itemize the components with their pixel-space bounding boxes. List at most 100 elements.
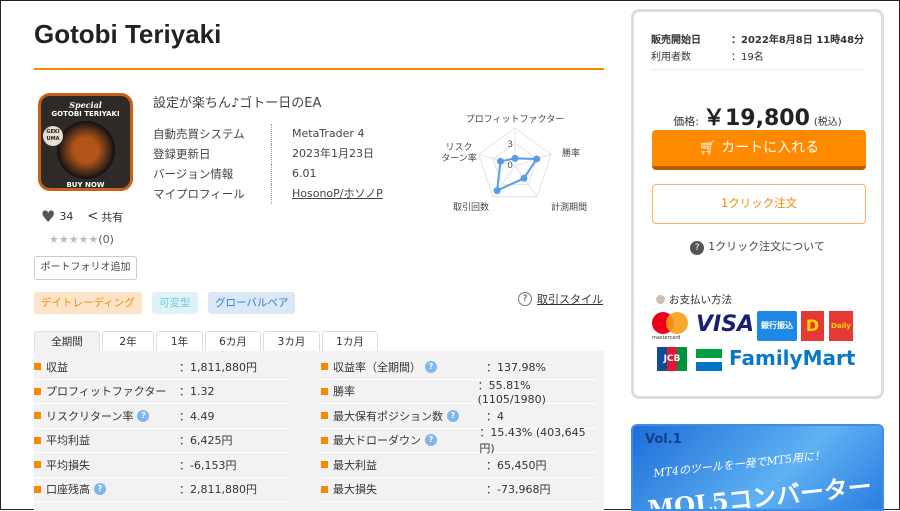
stats-table: 収益：1,811,880円プロフィットファクター：1.32リスクリターン率?：4… bbox=[34, 351, 604, 511]
about-one-click-link[interactable]: ?1クリック注文について bbox=[634, 238, 881, 255]
like-count: 34 bbox=[59, 210, 73, 223]
bullet-icon bbox=[34, 388, 41, 395]
radar-tick-label: 0 bbox=[507, 161, 513, 171]
image-cta-text: BUY NOW bbox=[41, 181, 130, 189]
image-special-text: Special bbox=[41, 100, 130, 110]
stat-row: 口座残高?：2,811,880円 bbox=[34, 478, 289, 503]
help-icon[interactable]: ? bbox=[94, 483, 106, 495]
users-value: ：19名 bbox=[731, 49, 764, 66]
stat-value: ：4 bbox=[486, 408, 504, 424]
add-portfolio-button[interactable]: ポートフォリオ追加 bbox=[34, 256, 137, 280]
trade-style-link[interactable]: ? 取引スタイル bbox=[518, 291, 603, 307]
stat-label: プロフィットファクター bbox=[46, 383, 166, 399]
stat-row: 最大損失：-73,968円 bbox=[321, 478, 596, 503]
tab-2y[interactable]: 2年 bbox=[102, 331, 154, 352]
rating: ★★★★★(0) bbox=[49, 233, 114, 246]
one-click-order-button[interactable]: 1クリック注文 bbox=[652, 184, 866, 224]
like-button[interactable]: ♥ 34 bbox=[41, 207, 73, 226]
tab-all[interactable]: 全期間 bbox=[34, 331, 100, 352]
stat-row: 収益 ：1,811,880円 bbox=[34, 355, 289, 380]
stat-value: ：65,450円 bbox=[486, 457, 547, 473]
stat-value: ：6,425円 bbox=[179, 432, 233, 448]
radar-axis-label: 勝率 bbox=[562, 147, 580, 159]
title-divider bbox=[34, 68, 604, 70]
stat-row: 最大利益 ：65,450円 bbox=[321, 453, 596, 478]
jcb-logo: JCB bbox=[657, 347, 687, 371]
stat-label: 収益 bbox=[46, 359, 68, 375]
stat-value: ：1,811,880円 bbox=[179, 359, 257, 375]
tab-3m[interactable]: 3カ月 bbox=[263, 331, 320, 352]
price-label: 価格: bbox=[673, 115, 699, 128]
tab-1m[interactable]: 1カ月 bbox=[322, 331, 378, 352]
help-icon[interactable]: ? bbox=[425, 361, 437, 373]
stat-label: 収益率（全期間） bbox=[333, 359, 421, 375]
stat-value: ：15.43% (403,645円) bbox=[479, 424, 596, 456]
help-icon[interactable]: ? bbox=[137, 410, 149, 422]
share-label: 共有 bbox=[101, 209, 123, 225]
cart-label: カートに入れる bbox=[721, 140, 819, 156]
bullet-icon bbox=[321, 388, 328, 395]
share-icon: < bbox=[87, 209, 98, 224]
food-plate-graphic bbox=[57, 121, 115, 179]
rating-count: (0) bbox=[98, 233, 114, 246]
help-icon[interactable]: ? bbox=[447, 410, 459, 422]
add-to-cart-button[interactable]: 🛒︎ カートに入れる bbox=[652, 130, 866, 170]
tab-6m[interactable]: 6カ月 bbox=[205, 331, 261, 352]
radar-axis-label: リスクターン率 bbox=[441, 142, 477, 164]
users-label: 利用者数 bbox=[651, 49, 731, 66]
stat-row: 最大ドローダウン?：15.43% (403,645円) bbox=[321, 429, 596, 454]
help-icon[interactable]: ? bbox=[425, 434, 437, 446]
stat-label: 最大保有ポジション数 bbox=[333, 408, 443, 424]
radar-tick-label: 3 bbox=[507, 140, 513, 150]
profile-link[interactable]: HosonoP/ホソノP bbox=[292, 187, 383, 200]
share-button[interactable]: <共有 bbox=[87, 209, 123, 225]
heart-icon: ♥ bbox=[41, 207, 55, 226]
radar-axis-label: 計測期間 bbox=[551, 201, 587, 213]
stat-label: 平均損失 bbox=[46, 457, 90, 473]
info-value: 6.01 bbox=[271, 164, 317, 184]
bullet-icon bbox=[34, 486, 41, 493]
tax-label: (税込) bbox=[814, 117, 842, 128]
stat-row: プロフィットファクター ：1.32 bbox=[34, 380, 289, 405]
bullet-icon bbox=[34, 412, 41, 419]
trade-style-label: 取引スタイル bbox=[537, 291, 603, 307]
product-subtitle: 設定が楽ちん♪ゴトー日のEA bbox=[153, 92, 321, 111]
radar-point bbox=[497, 158, 504, 165]
tag-variable[interactable]: 可変型 bbox=[152, 292, 198, 314]
stat-label: 最大利益 bbox=[333, 457, 377, 473]
bullet-icon bbox=[321, 486, 328, 493]
tag-daytrading[interactable]: デイトレーディング bbox=[34, 292, 142, 314]
radar-chart: プロフィットファクター勝率計測期間 取引回数 リスクターン率 0 3 bbox=[431, 106, 591, 216]
radar-point bbox=[533, 155, 540, 162]
tab-1y[interactable]: 1年 bbox=[156, 331, 203, 352]
stat-label: 勝率 bbox=[333, 383, 355, 399]
price-value: ￥19,800 bbox=[703, 106, 810, 131]
info-label: バージョン情報 bbox=[153, 166, 271, 182]
bullet-icon bbox=[34, 363, 41, 370]
mql5-converter-banner[interactable]: Vol.1 MT4のツールを一発でMT5用に！ MQL5コンバーター bbox=[631, 424, 884, 511]
bullet-icon bbox=[34, 437, 41, 444]
bullet-icon bbox=[321, 461, 328, 468]
info-label: 登録更新日 bbox=[153, 146, 271, 162]
help-icon: ? bbox=[518, 292, 532, 306]
stat-label: 最大損失 bbox=[333, 481, 377, 497]
radar-axis-label: 取引回数 bbox=[453, 201, 489, 213]
daily-logo: Daily bbox=[829, 311, 853, 341]
product-image[interactable]: Special GOTOBI TERIYAKI GEKI UMA BUY NOW bbox=[38, 93, 133, 191]
about-one-click-label: 1クリック注文について bbox=[708, 240, 825, 253]
stat-value: ：-6,153円 bbox=[179, 457, 236, 473]
radar-axis-label: プロフィットファクター bbox=[466, 114, 564, 125]
product-info: 自動売買システムMetaTrader 4 登録更新日2023年1月23日 バージ… bbox=[153, 124, 383, 204]
page-title: Gotobi Teriyaki bbox=[34, 19, 221, 50]
daily-yamazaki-logo: D bbox=[801, 311, 824, 341]
sale-start-value: ：2022年8月8日 11時48分 bbox=[731, 32, 864, 49]
bullet-icon bbox=[321, 412, 328, 419]
purchase-panel: 販売開始日：2022年8月8日 11時48分 利用者数：19名 価格:￥19,8… bbox=[631, 9, 884, 399]
period-tabs: 全期間 2年 1年 6カ月 3カ月 1カ月 bbox=[34, 331, 380, 352]
info-label: マイプロフィール bbox=[153, 186, 271, 202]
stat-value: ：1.32 bbox=[179, 383, 215, 399]
image-badge: GEKI UMA bbox=[43, 126, 63, 146]
bank-transfer-logo: 銀行振込 bbox=[757, 311, 797, 341]
cart-icon: 🛒︎ bbox=[699, 140, 721, 156]
tag-global-pair[interactable]: グローバルペア bbox=[208, 292, 295, 314]
